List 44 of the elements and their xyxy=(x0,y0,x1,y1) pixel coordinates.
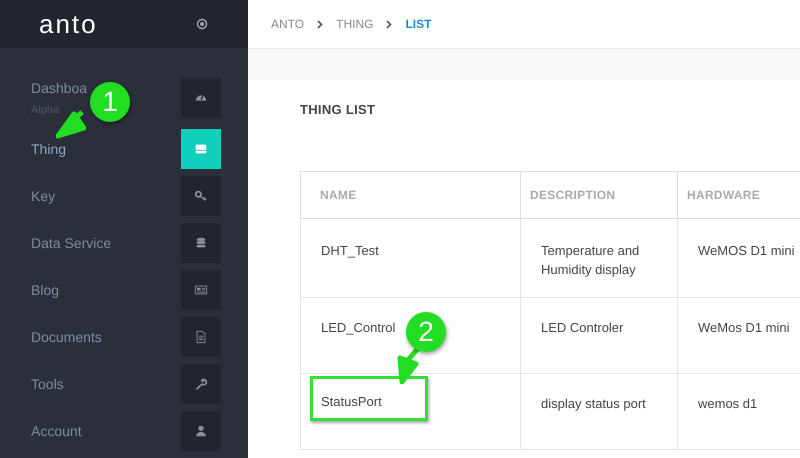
nav-icon-tile[interactable] xyxy=(181,223,221,263)
user-icon xyxy=(194,424,208,438)
table-cell-text: display status port xyxy=(541,394,646,412)
table-cell-text: WeMos D1 mini xyxy=(698,318,790,336)
highlighted-cell: StatusPort xyxy=(310,376,428,420)
table-cell-text: wemos d1 xyxy=(698,394,758,412)
nav-label[interactable]: Account xyxy=(31,420,82,442)
nav-label[interactable]: Thing xyxy=(31,138,66,160)
table-cell-text: LED_Control xyxy=(321,318,396,336)
drive-icon xyxy=(194,142,208,156)
wrench-icon xyxy=(194,377,208,391)
nav-icon-tile[interactable] xyxy=(181,411,221,451)
nav-label[interactable]: Data Service xyxy=(31,232,112,254)
nav-icon-tile[interactable] xyxy=(181,176,221,216)
database-icon xyxy=(194,236,208,250)
nav-icon-tile[interactable] xyxy=(181,129,221,169)
breadcrumb-link[interactable]: LIST xyxy=(405,15,432,33)
nav-label[interactable]: Blog xyxy=(31,280,60,300)
chevron-icon xyxy=(386,20,392,28)
key-icon xyxy=(194,189,208,203)
nav-icon-tile[interactable] xyxy=(181,78,221,118)
logo[interactable]: anto xyxy=(39,4,98,44)
section-title: THING LIST xyxy=(300,101,376,119)
newspaper-icon xyxy=(194,283,208,297)
table-cell-text: LED Controler xyxy=(541,318,624,336)
table-cell-text: DHT_Test xyxy=(321,242,379,260)
nav-icon-tile[interactable] xyxy=(181,270,221,310)
nav-label[interactable]: Dashboa xyxy=(31,78,88,99)
breadcrumb-link[interactable]: ANTO xyxy=(271,15,304,33)
document-icon xyxy=(194,330,208,344)
column-header: NAME xyxy=(300,171,520,218)
breadcrumb-link[interactable]: THING xyxy=(336,15,374,33)
nav-icon-tile[interactable] xyxy=(181,317,221,357)
annotation-badge: 2 xyxy=(406,312,446,352)
nav-label[interactable]: Documents xyxy=(31,326,102,348)
chevron-icon xyxy=(317,20,324,28)
nav-icon-tile[interactable] xyxy=(181,364,221,404)
column-header: HARDWARE xyxy=(678,171,800,218)
table-cell-text: WeMOS D1 mini xyxy=(698,242,795,260)
table-cell-text: Temperature and Humidity display xyxy=(541,242,640,278)
nav-label[interactable]: Tools xyxy=(31,374,64,394)
column-header: DESCRIPTION xyxy=(520,171,678,218)
target-icon[interactable] xyxy=(196,18,208,30)
nav-label[interactable]: Key xyxy=(31,186,56,206)
